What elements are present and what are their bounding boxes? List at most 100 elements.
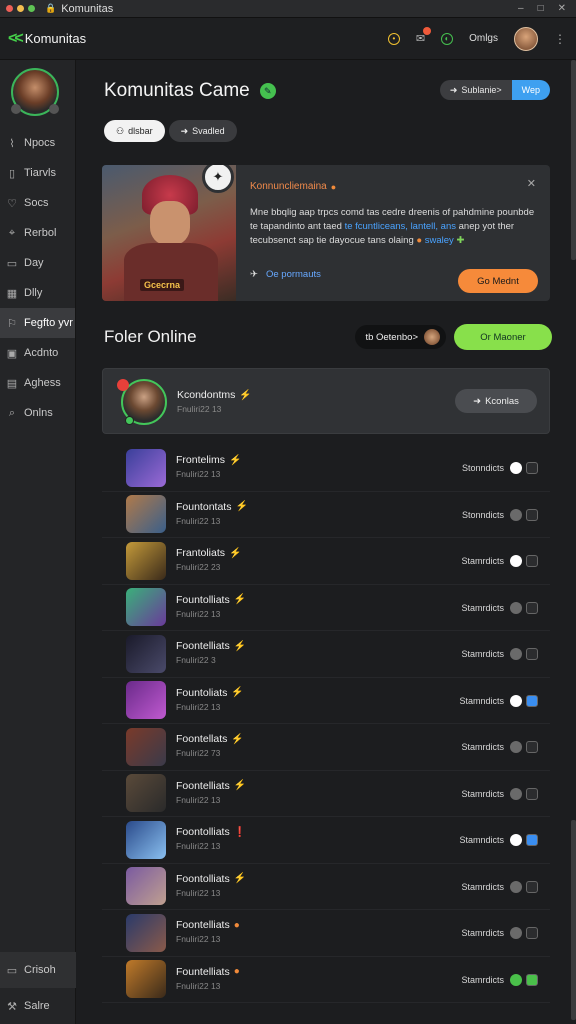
window-titlebar: 🔒 Komunitas – □ ✕ — [0, 0, 576, 18]
toggle-icon[interactable] — [510, 462, 522, 474]
list-item[interactable]: Fountolliats ⚡ Fnuliri22 13 Stamrdicts — [102, 585, 550, 631]
web-button[interactable]: Wep — [511, 80, 550, 100]
toggle-icon[interactable] — [510, 787, 522, 800]
scrollbar-thumb[interactable] — [571, 820, 576, 1020]
pill-svadled[interactable]: ➜ Svadled — [168, 120, 237, 142]
featured-footer-link[interactable]: Oe pormauts — [266, 269, 321, 280]
pill-dlsbar[interactable]: ⚇ dlsbar — [104, 120, 165, 142]
list-item[interactable]: Foontolliats ⚡ Fnuliri22 13 Stamrdicts — [102, 864, 550, 910]
brand[interactable]: << Komunitas — [8, 30, 86, 48]
sidebar-item-acdnto[interactable]: ▣ Acdnto — [0, 338, 75, 368]
minimize-button[interactable]: – — [518, 3, 524, 14]
list-item[interactable]: Fountelliats ● Fnuliri22 13 Stamrdicts — [102, 957, 550, 1003]
sidebar-item-day[interactable]: ▭ Day — [0, 248, 75, 278]
row-status: Stamndicts — [459, 835, 504, 845]
toggle-icon[interactable] — [510, 508, 522, 521]
sidebar-item-socs[interactable]: ♡ Socs — [0, 188, 75, 218]
toggle-icon[interactable] — [510, 834, 522, 846]
list-item[interactable]: Fountontats ⚡ Fnuliri22 13 Stonndicts — [102, 492, 550, 538]
close-dot-icon[interactable] — [6, 5, 13, 12]
checkbox-icon[interactable] — [526, 462, 538, 474]
friend-avatar[interactable] — [117, 379, 167, 425]
list-item[interactable]: Frontelims ⚡ Fnuliri22 13 Stonndicts — [102, 445, 550, 492]
maximize-button[interactable]: □ — [538, 3, 544, 14]
toggle-icon[interactable] — [510, 601, 522, 614]
toggle-icon[interactable] — [510, 555, 522, 567]
highlight-friend-card[interactable]: Kcondontms ⚡ Fnuliri22 13 ➜ Kconlas — [102, 368, 550, 434]
sidebar-item-npocs[interactable]: ⌇ Npocs — [0, 128, 75, 158]
minimize-dot-icon[interactable] — [17, 5, 24, 12]
user-menu-label[interactable]: Omlgs — [469, 33, 498, 44]
toggle-icon[interactable] — [510, 694, 522, 707]
game-thumbnail[interactable] — [126, 960, 166, 999]
list-item[interactable]: Foontolliats ❗ Fnuliri22 13 Stamndicts — [102, 817, 550, 864]
row-name: Frantoliats ⚡ — [176, 547, 241, 559]
list-item[interactable]: Fountoliats ⚡ Fnuliri22 13 Stamndicts — [102, 678, 550, 724]
sidebar-item-onlns[interactable]: ⌕ Onlns — [0, 398, 75, 428]
list-item[interactable]: Foontellats ⚡ Fnuliri22 73 Stamrdicts — [102, 724, 550, 771]
checkbox-icon[interactable] — [526, 834, 538, 846]
subscribe-label: Sublanie> — [461, 85, 502, 95]
game-thumbnail[interactable] — [126, 588, 166, 627]
checkbox-icon[interactable] — [526, 927, 538, 939]
checkbox-icon[interactable] — [526, 648, 538, 660]
checkbox-icon[interactable] — [526, 694, 538, 707]
featured-cta-button[interactable]: Go Mednt — [458, 269, 538, 293]
manager-button[interactable]: Or Maoner — [454, 324, 552, 350]
character-body — [124, 243, 218, 301]
toggle-icon[interactable] — [510, 648, 522, 660]
game-thumbnail[interactable] — [126, 774, 166, 813]
toggle-icon[interactable] — [510, 973, 522, 986]
sidebar-item-fegfto[interactable]: ⚐ Fegfto yvr — [0, 308, 75, 338]
filter-chip[interactable]: tb Oetenbo> — [355, 325, 446, 349]
featured-text-link[interactable]: te fcuntliceans, lantell, ans — [345, 221, 456, 232]
game-thumbnail[interactable] — [126, 495, 166, 534]
toggle-icon[interactable] — [510, 880, 522, 893]
game-thumbnail[interactable] — [126, 541, 166, 580]
user-avatar[interactable] — [514, 26, 538, 51]
game-thumbnail[interactable] — [126, 727, 166, 766]
sidebar-item-aghess[interactable]: ▤ Aghess — [0, 368, 75, 398]
game-thumbnail[interactable] — [126, 820, 166, 859]
list-item[interactable]: Foontelliats ⚡ Fnuliri22 13 Stamrdicts — [102, 771, 550, 817]
checkbox-icon[interactable] — [526, 555, 538, 567]
map-icon: ▤ — [6, 377, 18, 390]
game-thumbnail[interactable] — [126, 448, 166, 487]
subscribe-button[interactable]: ➜ Sublanie> — [439, 80, 512, 100]
checkbox-icon[interactable] — [526, 601, 538, 614]
featured-footer[interactable]: ✈ Oe pormauts — [250, 269, 321, 280]
sidebar-item-rerbol[interactable]: ⌖ Rerbol — [0, 218, 75, 248]
maximize-dot-icon[interactable] — [28, 5, 35, 12]
toggle-icon[interactable] — [510, 741, 522, 753]
more-icon[interactable]: ⋮ — [554, 32, 566, 46]
checkbox-icon[interactable] — [526, 741, 538, 753]
friend-action-button[interactable]: ➜ Kconlas — [455, 389, 537, 413]
game-thumbnail[interactable] — [126, 913, 166, 952]
checkbox-icon[interactable] — [526, 508, 538, 521]
sidebar-item-tiarvls[interactable]: ▯ Tiarvls — [0, 158, 75, 188]
status-icon[interactable]: ◐ — [441, 32, 454, 45]
checkbox-icon[interactable] — [526, 973, 538, 986]
game-thumbnail[interactable] — [126, 681, 166, 720]
sidebar-item-dlly[interactable]: ▦ Dlly — [0, 278, 75, 308]
notification-icon[interactable]: • — [387, 32, 400, 45]
sidebar-item-label: Tiarvls — [24, 167, 56, 179]
list-item[interactable]: Foontelliats ● Fnuliri22 13 Stamrdicts — [102, 910, 550, 957]
game-thumbnail[interactable] — [126, 867, 166, 906]
profile-avatar[interactable] — [11, 68, 59, 116]
row-name: Fountolliats ⚡ — [176, 594, 246, 606]
scrollbar-thumb[interactable] — [571, 60, 576, 260]
close-button[interactable]: ✕ — [558, 3, 566, 14]
game-thumbnail[interactable] — [126, 634, 166, 673]
checkbox-icon[interactable] — [526, 787, 538, 800]
alert-badge-icon — [117, 379, 129, 391]
toggle-icon[interactable] — [510, 927, 522, 939]
page-title: Komunitas Came ✎ — [104, 80, 276, 102]
featured-text-link[interactable]: swaley — [425, 235, 454, 246]
checkbox-icon[interactable] — [526, 880, 538, 893]
sidebar-item-salre[interactable]: ⚒ Salre — [0, 988, 76, 1024]
list-item[interactable]: Frantoliats ⚡ Fnuliri22 23 Stamrdicts — [102, 538, 550, 585]
list-item[interactable]: Foontelliats ⚡ Fnuliri22 3 Stamrdicts — [102, 631, 550, 678]
messages-icon[interactable]: ✉ — [416, 27, 432, 45]
sidebar-item-crisoh[interactable]: ▭ Crisoh — [0, 952, 76, 988]
